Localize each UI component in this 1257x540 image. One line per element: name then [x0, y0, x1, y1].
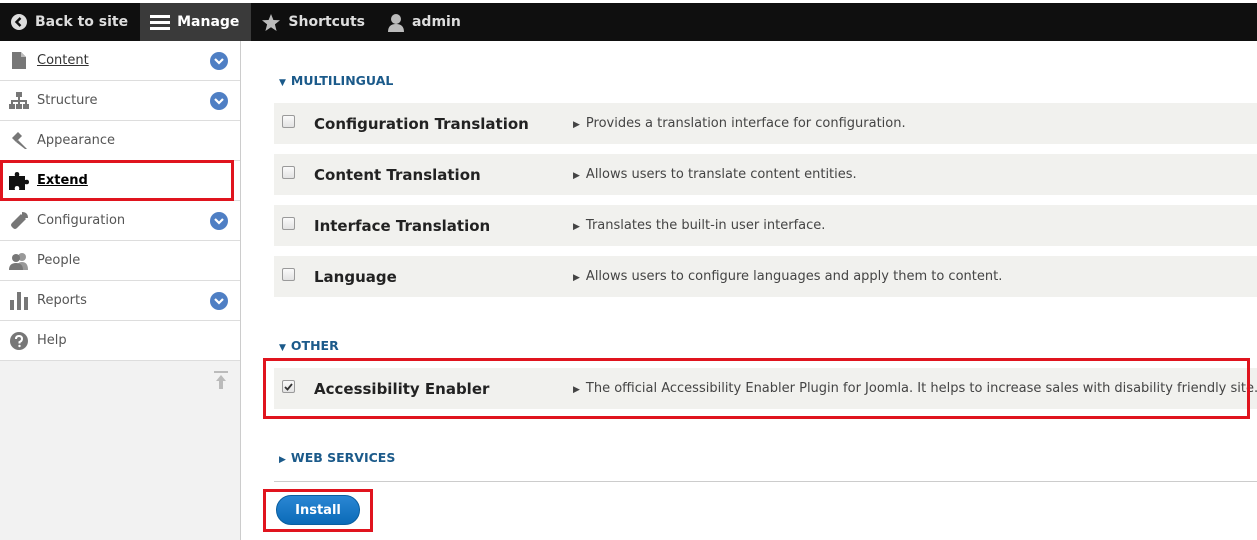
- module-description[interactable]: ▶ Translates the built-in user interface.: [573, 218, 825, 233]
- sidebar-item-appearance[interactable]: Appearance: [0, 121, 240, 161]
- triangle-right-icon: ▶: [573, 120, 580, 130]
- chevron-down-icon[interactable]: [210, 52, 228, 70]
- module-row: Content Translation ▶ Allows users to tra…: [274, 154, 1257, 195]
- module-row: Language ▶ Allows users to configure lang…: [274, 256, 1257, 297]
- highlight-accessibility-enabler: [263, 358, 1250, 419]
- module-name: Content Translation: [314, 165, 481, 184]
- section-other[interactable]: ▼ OTHER: [279, 338, 339, 353]
- section-title-label: WEB SERVICES: [290, 450, 396, 465]
- module-description-text: Allows users to translate content entiti…: [585, 167, 857, 182]
- sidebar-item-structure[interactable]: Structure: [0, 81, 240, 121]
- sidebar-item-configuration[interactable]: Configuration: [0, 201, 240, 241]
- module-checkbox[interactable]: [282, 217, 295, 230]
- sidebar-item-label: Appearance: [37, 133, 116, 148]
- module-checkbox[interactable]: [282, 268, 295, 281]
- chevron-down-icon[interactable]: [210, 292, 228, 310]
- triangle-right-icon: ▶: [573, 222, 580, 232]
- user-icon: [387, 13, 405, 32]
- section-web-services[interactable]: ▶ WEB SERVICES: [279, 450, 395, 465]
- paintbrush-icon: [9, 131, 29, 151]
- people-icon: [9, 251, 29, 271]
- admin-toolbar: Back to site Manage Shortcuts admin: [0, 3, 1257, 41]
- module-checkbox[interactable]: [282, 166, 295, 179]
- module-name: Configuration Translation: [314, 114, 529, 133]
- sidebar-item-reports[interactable]: Reports: [0, 281, 240, 321]
- star-icon: [261, 13, 281, 32]
- shortcuts-tab[interactable]: Shortcuts: [251, 3, 377, 41]
- module-description-text: Provides a translation interface for con…: [585, 116, 906, 131]
- module-description-text: Translates the built-in user interface.: [585, 218, 826, 233]
- chevron-down-icon[interactable]: [210, 92, 228, 110]
- help-icon: [9, 331, 29, 351]
- module-name: Language: [314, 267, 397, 286]
- main-content: ▼ MULTILINGUAL Configuration Translation …: [242, 41, 1257, 540]
- module-description[interactable]: ▶ Allows users to translate content entit…: [573, 167, 857, 182]
- module-description[interactable]: ▶ Allows users to configure languages and…: [573, 269, 1002, 284]
- shortcuts-label: Shortcuts: [288, 14, 365, 30]
- triangle-down-icon: ▼: [279, 343, 286, 353]
- module-description[interactable]: ▶ Provides a translation interface for co…: [573, 116, 906, 131]
- divider: [274, 481, 1257, 482]
- back-to-site-link[interactable]: Back to site: [0, 3, 140, 41]
- triangle-down-icon: ▼: [279, 78, 286, 88]
- sidebar-item-label: Help: [37, 333, 67, 348]
- sidebar-item-help[interactable]: Help: [0, 321, 240, 361]
- section-title-label: OTHER: [290, 338, 339, 353]
- sidebar-item-label: People: [37, 253, 81, 268]
- back-arrow-icon: [10, 13, 28, 31]
- chevron-down-icon[interactable]: [210, 212, 228, 230]
- admin-sidebar: Content Structure Appearance Extend Conf…: [0, 41, 241, 540]
- file-icon: [9, 51, 29, 71]
- manage-label: Manage: [177, 14, 240, 30]
- bar-chart-icon: [9, 291, 29, 311]
- back-to-site-label: Back to site: [35, 14, 129, 30]
- sidebar-item-content[interactable]: Content: [0, 41, 240, 81]
- triangle-right-icon: ▶: [279, 455, 286, 465]
- sitemap-icon: [9, 91, 29, 111]
- module-checkbox[interactable]: [282, 115, 295, 128]
- sidebar-item-people[interactable]: People: [0, 241, 240, 281]
- user-tab[interactable]: admin: [377, 3, 473, 41]
- manage-tab[interactable]: Manage: [140, 3, 252, 41]
- wrench-icon: [9, 211, 29, 231]
- triangle-right-icon: ▶: [573, 171, 580, 181]
- collapse-sidebar-icon[interactable]: [214, 371, 228, 393]
- user-label: admin: [411, 14, 461, 30]
- highlight-install: [263, 489, 373, 532]
- triangle-right-icon: ▶: [573, 273, 580, 283]
- module-description-text: Allows users to configure languages and …: [585, 269, 1003, 284]
- section-multilingual[interactable]: ▼ MULTILINGUAL: [279, 73, 393, 88]
- hamburger-icon: [150, 13, 171, 31]
- module-row: Configuration Translation ▶ Provides a tr…: [274, 103, 1257, 144]
- module-row: Interface Translation ▶ Translates the bu…: [274, 205, 1257, 246]
- highlight-extend: [0, 160, 234, 201]
- section-title-label: MULTILINGUAL: [290, 73, 394, 88]
- module-name: Interface Translation: [314, 216, 491, 235]
